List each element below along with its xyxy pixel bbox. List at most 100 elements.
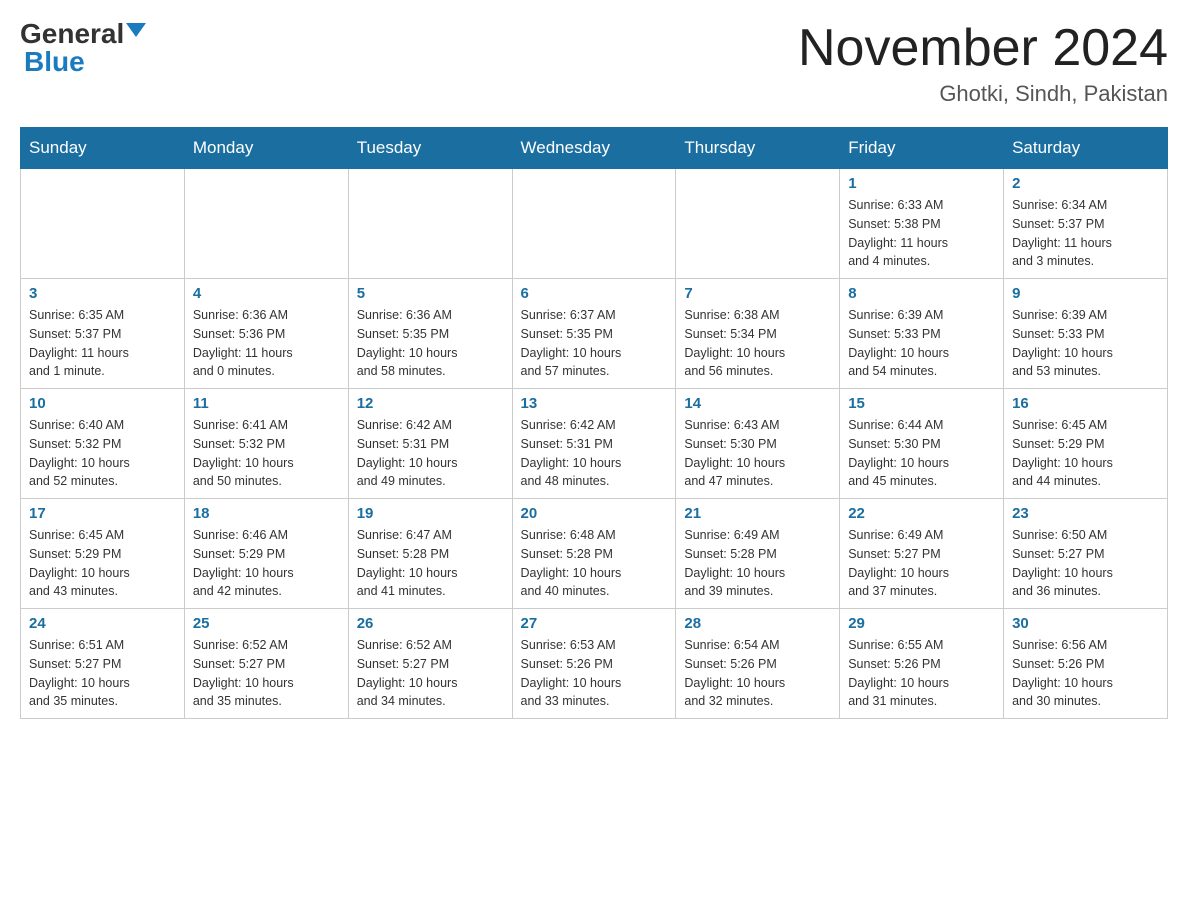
calendar-cell: 8 Sunrise: 6:39 AM Sunset: 5:33 PM Daylig… — [840, 279, 1004, 389]
day-number: 9 — [1012, 285, 1159, 302]
day-info: Sunrise: 6:40 AM Sunset: 5:32 PM Dayligh… — [29, 416, 176, 491]
calendar-cell: 1 Sunrise: 6:33 AM Sunset: 5:38 PM Daylig… — [840, 169, 1004, 279]
calendar-cell — [676, 169, 840, 279]
calendar-cell: 25Sunrise: 6:52 AM Sunset: 5:27 PM Dayli… — [184, 609, 348, 719]
day-info: Sunrise: 6:39 AM Sunset: 5:33 PM Dayligh… — [1012, 306, 1159, 381]
day-number: 18 — [193, 505, 340, 522]
day-info: Sunrise: 6:38 AM Sunset: 5:34 PM Dayligh… — [684, 306, 831, 381]
day-number: 20 — [521, 505, 668, 522]
day-info: Sunrise: 6:36 AM Sunset: 5:36 PM Dayligh… — [193, 306, 340, 381]
page-header: General Blue November 2024 Ghotki, Sindh… — [20, 20, 1168, 107]
calendar-cell: 28 Sunrise: 6:54 AM Sunset: 5:26 PM Dayli… — [676, 609, 840, 719]
calendar-cell: 4 Sunrise: 6:36 AM Sunset: 5:36 PM Daylig… — [184, 279, 348, 389]
day-info: Sunrise: 6:53 AM Sunset: 5:26 PM Dayligh… — [521, 636, 668, 711]
calendar-cell: 16Sunrise: 6:45 AM Sunset: 5:29 PM Dayli… — [1004, 389, 1168, 499]
day-info: Sunrise: 6:42 AM Sunset: 5:31 PM Dayligh… — [521, 416, 668, 491]
day-number: 23 — [1012, 505, 1159, 522]
weekday-header-friday: Friday — [840, 128, 1004, 169]
day-info: Sunrise: 6:56 AM Sunset: 5:26 PM Dayligh… — [1012, 636, 1159, 711]
weekday-header-sunday: Sunday — [21, 128, 185, 169]
day-info: Sunrise: 6:54 AM Sunset: 5:26 PM Dayligh… — [684, 636, 831, 711]
calendar-cell: 27 Sunrise: 6:53 AM Sunset: 5:26 PM Dayli… — [512, 609, 676, 719]
logo: General Blue — [20, 20, 146, 76]
day-info: Sunrise: 6:50 AM Sunset: 5:27 PM Dayligh… — [1012, 526, 1159, 601]
week-row-5: 24 Sunrise: 6:51 AM Sunset: 5:27 PM Dayli… — [21, 609, 1168, 719]
week-row-1: 1 Sunrise: 6:33 AM Sunset: 5:38 PM Daylig… — [21, 169, 1168, 279]
day-info: Sunrise: 6:51 AM Sunset: 5:27 PM Dayligh… — [29, 636, 176, 711]
day-info: Sunrise: 6:45 AM Sunset: 5:29 PM Dayligh… — [29, 526, 176, 601]
calendar-cell: 29Sunrise: 6:55 AM Sunset: 5:26 PM Dayli… — [840, 609, 1004, 719]
day-number: 14 — [684, 395, 831, 412]
day-number: 27 — [521, 615, 668, 632]
day-number: 15 — [848, 395, 995, 412]
day-number: 8 — [848, 285, 995, 302]
weekday-header-saturday: Saturday — [1004, 128, 1168, 169]
calendar-cell: 21 Sunrise: 6:49 AM Sunset: 5:28 PM Dayli… — [676, 499, 840, 609]
day-number: 10 — [29, 395, 176, 412]
calendar-cell — [512, 169, 676, 279]
day-info: Sunrise: 6:49 AM Sunset: 5:28 PM Dayligh… — [684, 526, 831, 601]
day-number: 1 — [848, 175, 995, 192]
logo-general-text: General — [20, 20, 124, 48]
calendar-cell — [348, 169, 512, 279]
weekday-header-row: SundayMondayTuesdayWednesdayThursdayFrid… — [21, 128, 1168, 169]
calendar-cell: 30 Sunrise: 6:56 AM Sunset: 5:26 PM Dayli… — [1004, 609, 1168, 719]
day-number: 12 — [357, 395, 504, 412]
logo-blue-text: Blue — [24, 46, 85, 77]
day-info: Sunrise: 6:41 AM Sunset: 5:32 PM Dayligh… — [193, 416, 340, 491]
calendar-cell: 14 Sunrise: 6:43 AM Sunset: 5:30 PM Dayli… — [676, 389, 840, 499]
logo-triangle-icon — [126, 23, 146, 37]
calendar-cell: 12 Sunrise: 6:42 AM Sunset: 5:31 PM Dayli… — [348, 389, 512, 499]
day-number: 6 — [521, 285, 668, 302]
day-info: Sunrise: 6:34 AM Sunset: 5:37 PM Dayligh… — [1012, 196, 1159, 271]
day-number: 28 — [684, 615, 831, 632]
day-number: 13 — [521, 395, 668, 412]
calendar-cell: 19Sunrise: 6:47 AM Sunset: 5:28 PM Dayli… — [348, 499, 512, 609]
calendar-cell: 26 Sunrise: 6:52 AM Sunset: 5:27 PM Dayli… — [348, 609, 512, 719]
calendar-cell: 17 Sunrise: 6:45 AM Sunset: 5:29 PM Dayli… — [21, 499, 185, 609]
calendar-cell: 2 Sunrise: 6:34 AM Sunset: 5:37 PM Daylig… — [1004, 169, 1168, 279]
weekday-header-tuesday: Tuesday — [348, 128, 512, 169]
day-info: Sunrise: 6:39 AM Sunset: 5:33 PM Dayligh… — [848, 306, 995, 381]
calendar-cell: 24 Sunrise: 6:51 AM Sunset: 5:27 PM Dayli… — [21, 609, 185, 719]
day-info: Sunrise: 6:42 AM Sunset: 5:31 PM Dayligh… — [357, 416, 504, 491]
day-info: Sunrise: 6:52 AM Sunset: 5:27 PM Dayligh… — [193, 636, 340, 711]
day-number: 17 — [29, 505, 176, 522]
calendar-cell: 23 Sunrise: 6:50 AM Sunset: 5:27 PM Dayli… — [1004, 499, 1168, 609]
day-info: Sunrise: 6:52 AM Sunset: 5:27 PM Dayligh… — [357, 636, 504, 711]
day-info: Sunrise: 6:33 AM Sunset: 5:38 PM Dayligh… — [848, 196, 995, 271]
day-number: 5 — [357, 285, 504, 302]
calendar-cell: 7 Sunrise: 6:38 AM Sunset: 5:34 PM Daylig… — [676, 279, 840, 389]
week-row-4: 17 Sunrise: 6:45 AM Sunset: 5:29 PM Dayli… — [21, 499, 1168, 609]
calendar-cell: 5 Sunrise: 6:36 AM Sunset: 5:35 PM Daylig… — [348, 279, 512, 389]
month-year-title: November 2024 — [798, 20, 1168, 77]
day-info: Sunrise: 6:43 AM Sunset: 5:30 PM Dayligh… — [684, 416, 831, 491]
day-number: 4 — [193, 285, 340, 302]
day-info: Sunrise: 6:36 AM Sunset: 5:35 PM Dayligh… — [357, 306, 504, 381]
calendar-table: SundayMondayTuesdayWednesdayThursdayFrid… — [20, 127, 1168, 719]
day-number: 2 — [1012, 175, 1159, 192]
day-info: Sunrise: 6:45 AM Sunset: 5:29 PM Dayligh… — [1012, 416, 1159, 491]
calendar-cell — [184, 169, 348, 279]
day-number: 19 — [357, 505, 504, 522]
day-number: 22 — [848, 505, 995, 522]
calendar-cell: 11 Sunrise: 6:41 AM Sunset: 5:32 PM Dayli… — [184, 389, 348, 499]
day-info: Sunrise: 6:49 AM Sunset: 5:27 PM Dayligh… — [848, 526, 995, 601]
day-info: Sunrise: 6:46 AM Sunset: 5:29 PM Dayligh… — [193, 526, 340, 601]
calendar-cell: 22 Sunrise: 6:49 AM Sunset: 5:27 PM Dayli… — [840, 499, 1004, 609]
day-number: 21 — [684, 505, 831, 522]
calendar-cell — [21, 169, 185, 279]
calendar-cell: 18 Sunrise: 6:46 AM Sunset: 5:29 PM Dayli… — [184, 499, 348, 609]
day-info: Sunrise: 6:35 AM Sunset: 5:37 PM Dayligh… — [29, 306, 176, 381]
calendar-cell: 13 Sunrise: 6:42 AM Sunset: 5:31 PM Dayli… — [512, 389, 676, 499]
day-number: 24 — [29, 615, 176, 632]
day-number: 30 — [1012, 615, 1159, 632]
day-info: Sunrise: 6:44 AM Sunset: 5:30 PM Dayligh… — [848, 416, 995, 491]
calendar-cell: 9 Sunrise: 6:39 AM Sunset: 5:33 PM Daylig… — [1004, 279, 1168, 389]
day-number: 26 — [357, 615, 504, 632]
calendar-cell: 10 Sunrise: 6:40 AM Sunset: 5:32 PM Dayli… — [21, 389, 185, 499]
weekday-header-wednesday: Wednesday — [512, 128, 676, 169]
day-number: 11 — [193, 395, 340, 412]
day-number: 7 — [684, 285, 831, 302]
day-info: Sunrise: 6:37 AM Sunset: 5:35 PM Dayligh… — [521, 306, 668, 381]
